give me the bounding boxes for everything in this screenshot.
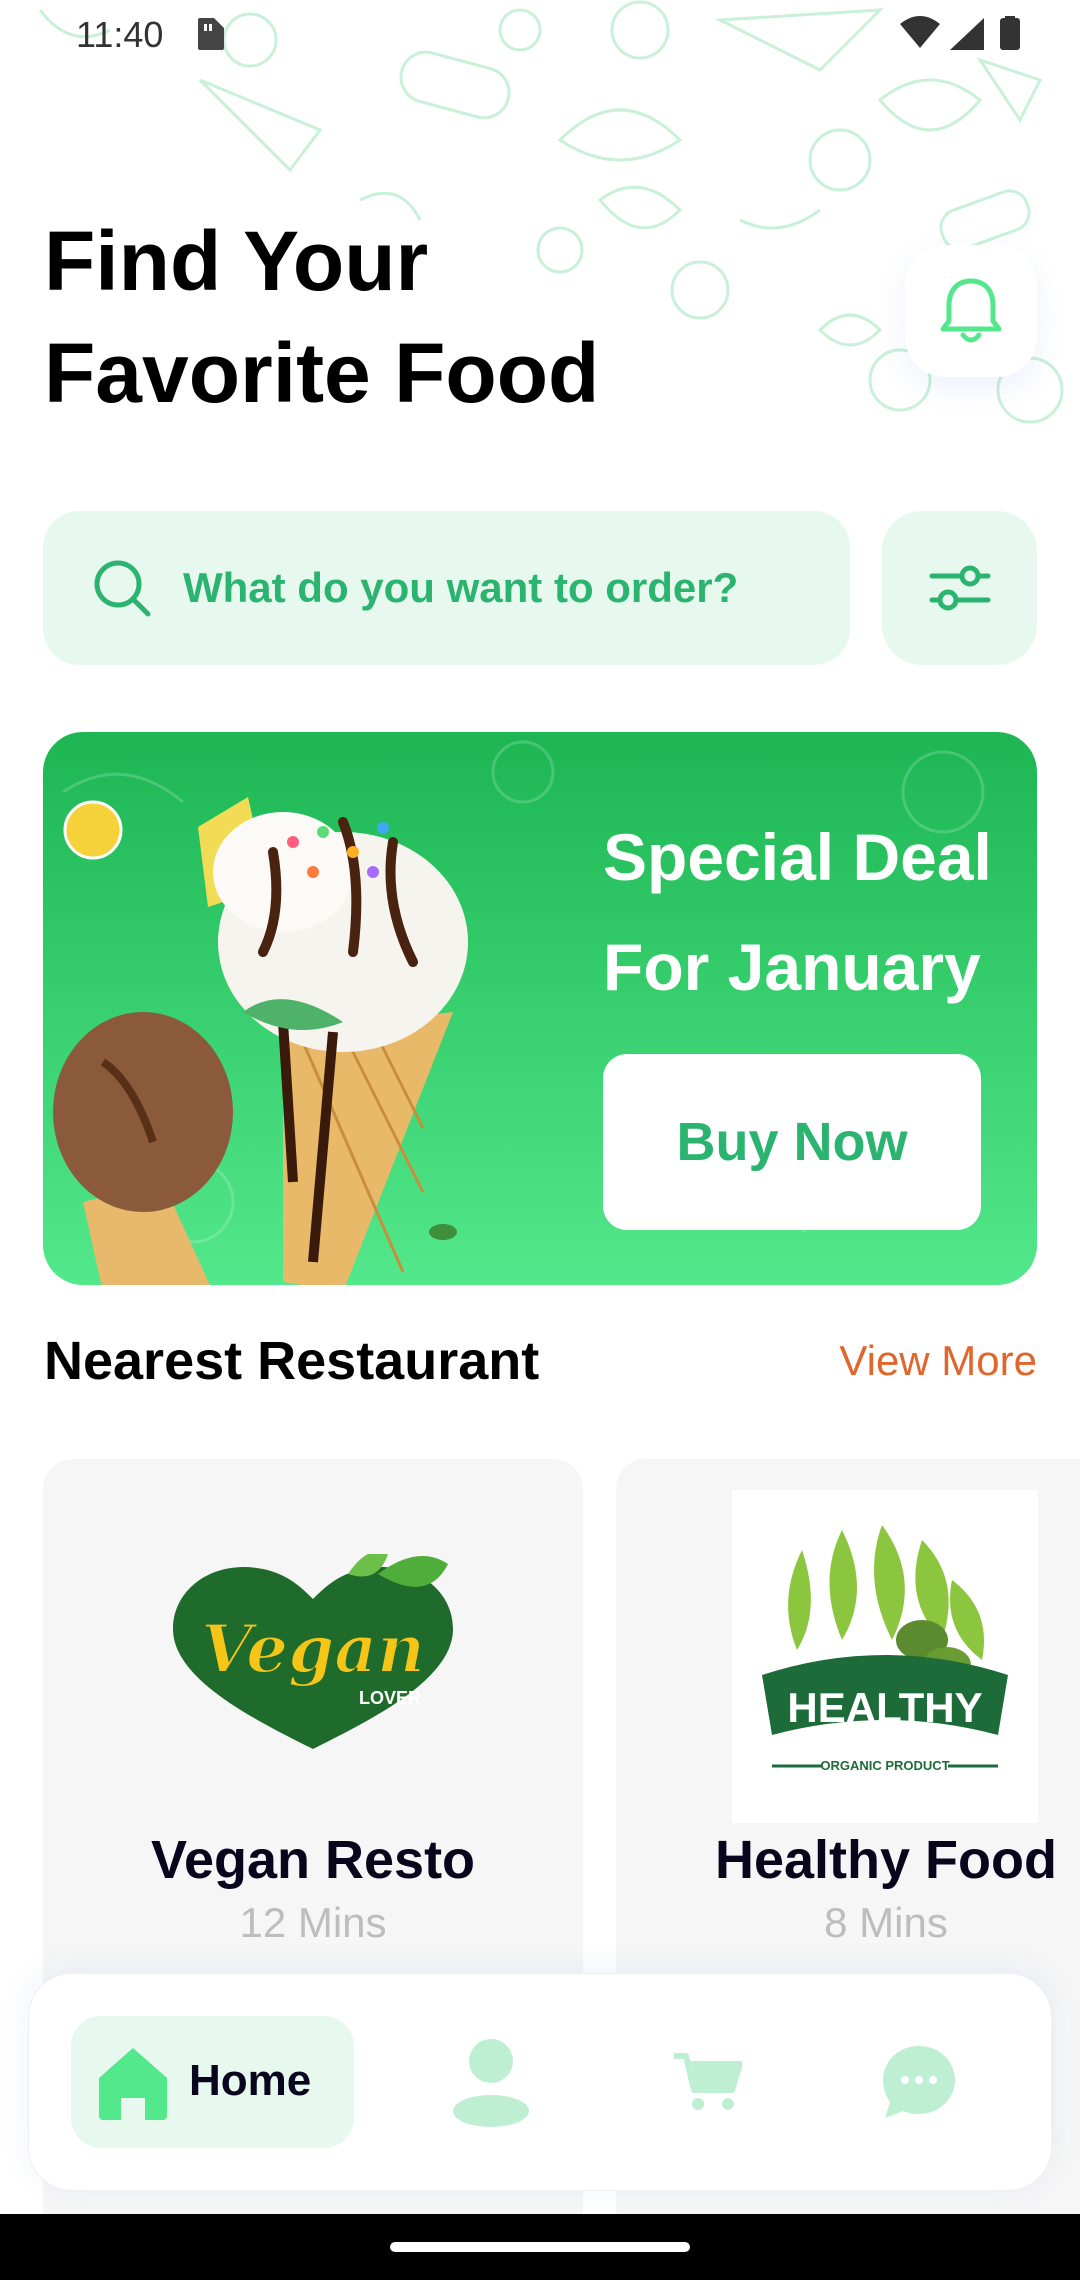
chat-icon [883, 2046, 955, 2118]
buy-now-button[interactable]: Buy Now [603, 1054, 981, 1230]
promo-title: Special Deal For January [603, 802, 1033, 1022]
page-title-line-2: Favorite Food [44, 326, 600, 420]
filter-icon [929, 565, 990, 611]
nav-chat-tab[interactable] [869, 2032, 969, 2132]
system-status-icons [900, 16, 1020, 50]
nav-home-tab[interactable]: Home [71, 2016, 354, 2148]
search-icon [94, 560, 151, 617]
svg-text:Vegan: Vegan [201, 1610, 425, 1688]
search-input[interactable] [183, 551, 823, 625]
nav-home-label: Home [189, 2056, 312, 2105]
svg-text:ORGANIC PRODUCT: ORGANIC PRODUCT [820, 1758, 949, 1773]
healthy-food-logo: HEALTHY ORGANIC PRODUCT [762, 1525, 1008, 1773]
notification-button[interactable] [905, 245, 1037, 377]
svg-text:HEALTHY: HEALTHY [787, 1684, 982, 1731]
home-gesture-handle[interactable] [390, 2242, 690, 2252]
cell-signal-icon [950, 18, 984, 50]
page-title: Find Your Favorite Food [44, 205, 744, 429]
vegan-lover-logo: Vegan LOVER [173, 1554, 453, 1749]
nearest-restaurant-heading: Nearest Restaurant [44, 1331, 540, 1391]
restaurant-name: Healthy Food [714, 1830, 1057, 1890]
search-bar[interactable] [43, 511, 850, 665]
cart-icon [674, 2053, 742, 2110]
status-bar: 11:40 [0, 0, 1080, 70]
svg-text:LOVER: LOVER [359, 1688, 421, 1708]
wifi-icon [900, 16, 940, 48]
bell-icon [940, 278, 1002, 343]
promo-title-line-1: Special Deal [603, 820, 992, 894]
home-icon [99, 2048, 167, 2120]
promo-title-line-2: For January [603, 930, 981, 1004]
lemon-slice [63, 800, 123, 860]
bottom-navigation: Home [28, 1973, 1052, 2191]
restaurant-name: Vegan Resto [150, 1830, 476, 1890]
restaurant-time: 8 Mins [824, 1899, 948, 1946]
nav-profile-tab[interactable] [441, 2032, 541, 2132]
restaurant-time: 12 Mins [239, 1899, 387, 1946]
status-time: 11:40 [76, 14, 164, 55]
nav-cart-tab[interactable] [657, 2032, 757, 2132]
filter-button[interactable] [882, 511, 1037, 665]
system-gesture-bar [0, 2214, 1080, 2280]
promo-banner: Special Deal For January Buy Now [43, 732, 1037, 1285]
profile-icon [453, 2039, 529, 2127]
healthy-logo-frame: HEALTHY ORGANIC PRODUCT [732, 1490, 1038, 1823]
page-title-line-1: Find Your [44, 214, 429, 308]
sim-card-icon [198, 18, 224, 50]
view-more-link[interactable]: View More [839, 1337, 1037, 1385]
battery-icon [1000, 18, 1020, 50]
